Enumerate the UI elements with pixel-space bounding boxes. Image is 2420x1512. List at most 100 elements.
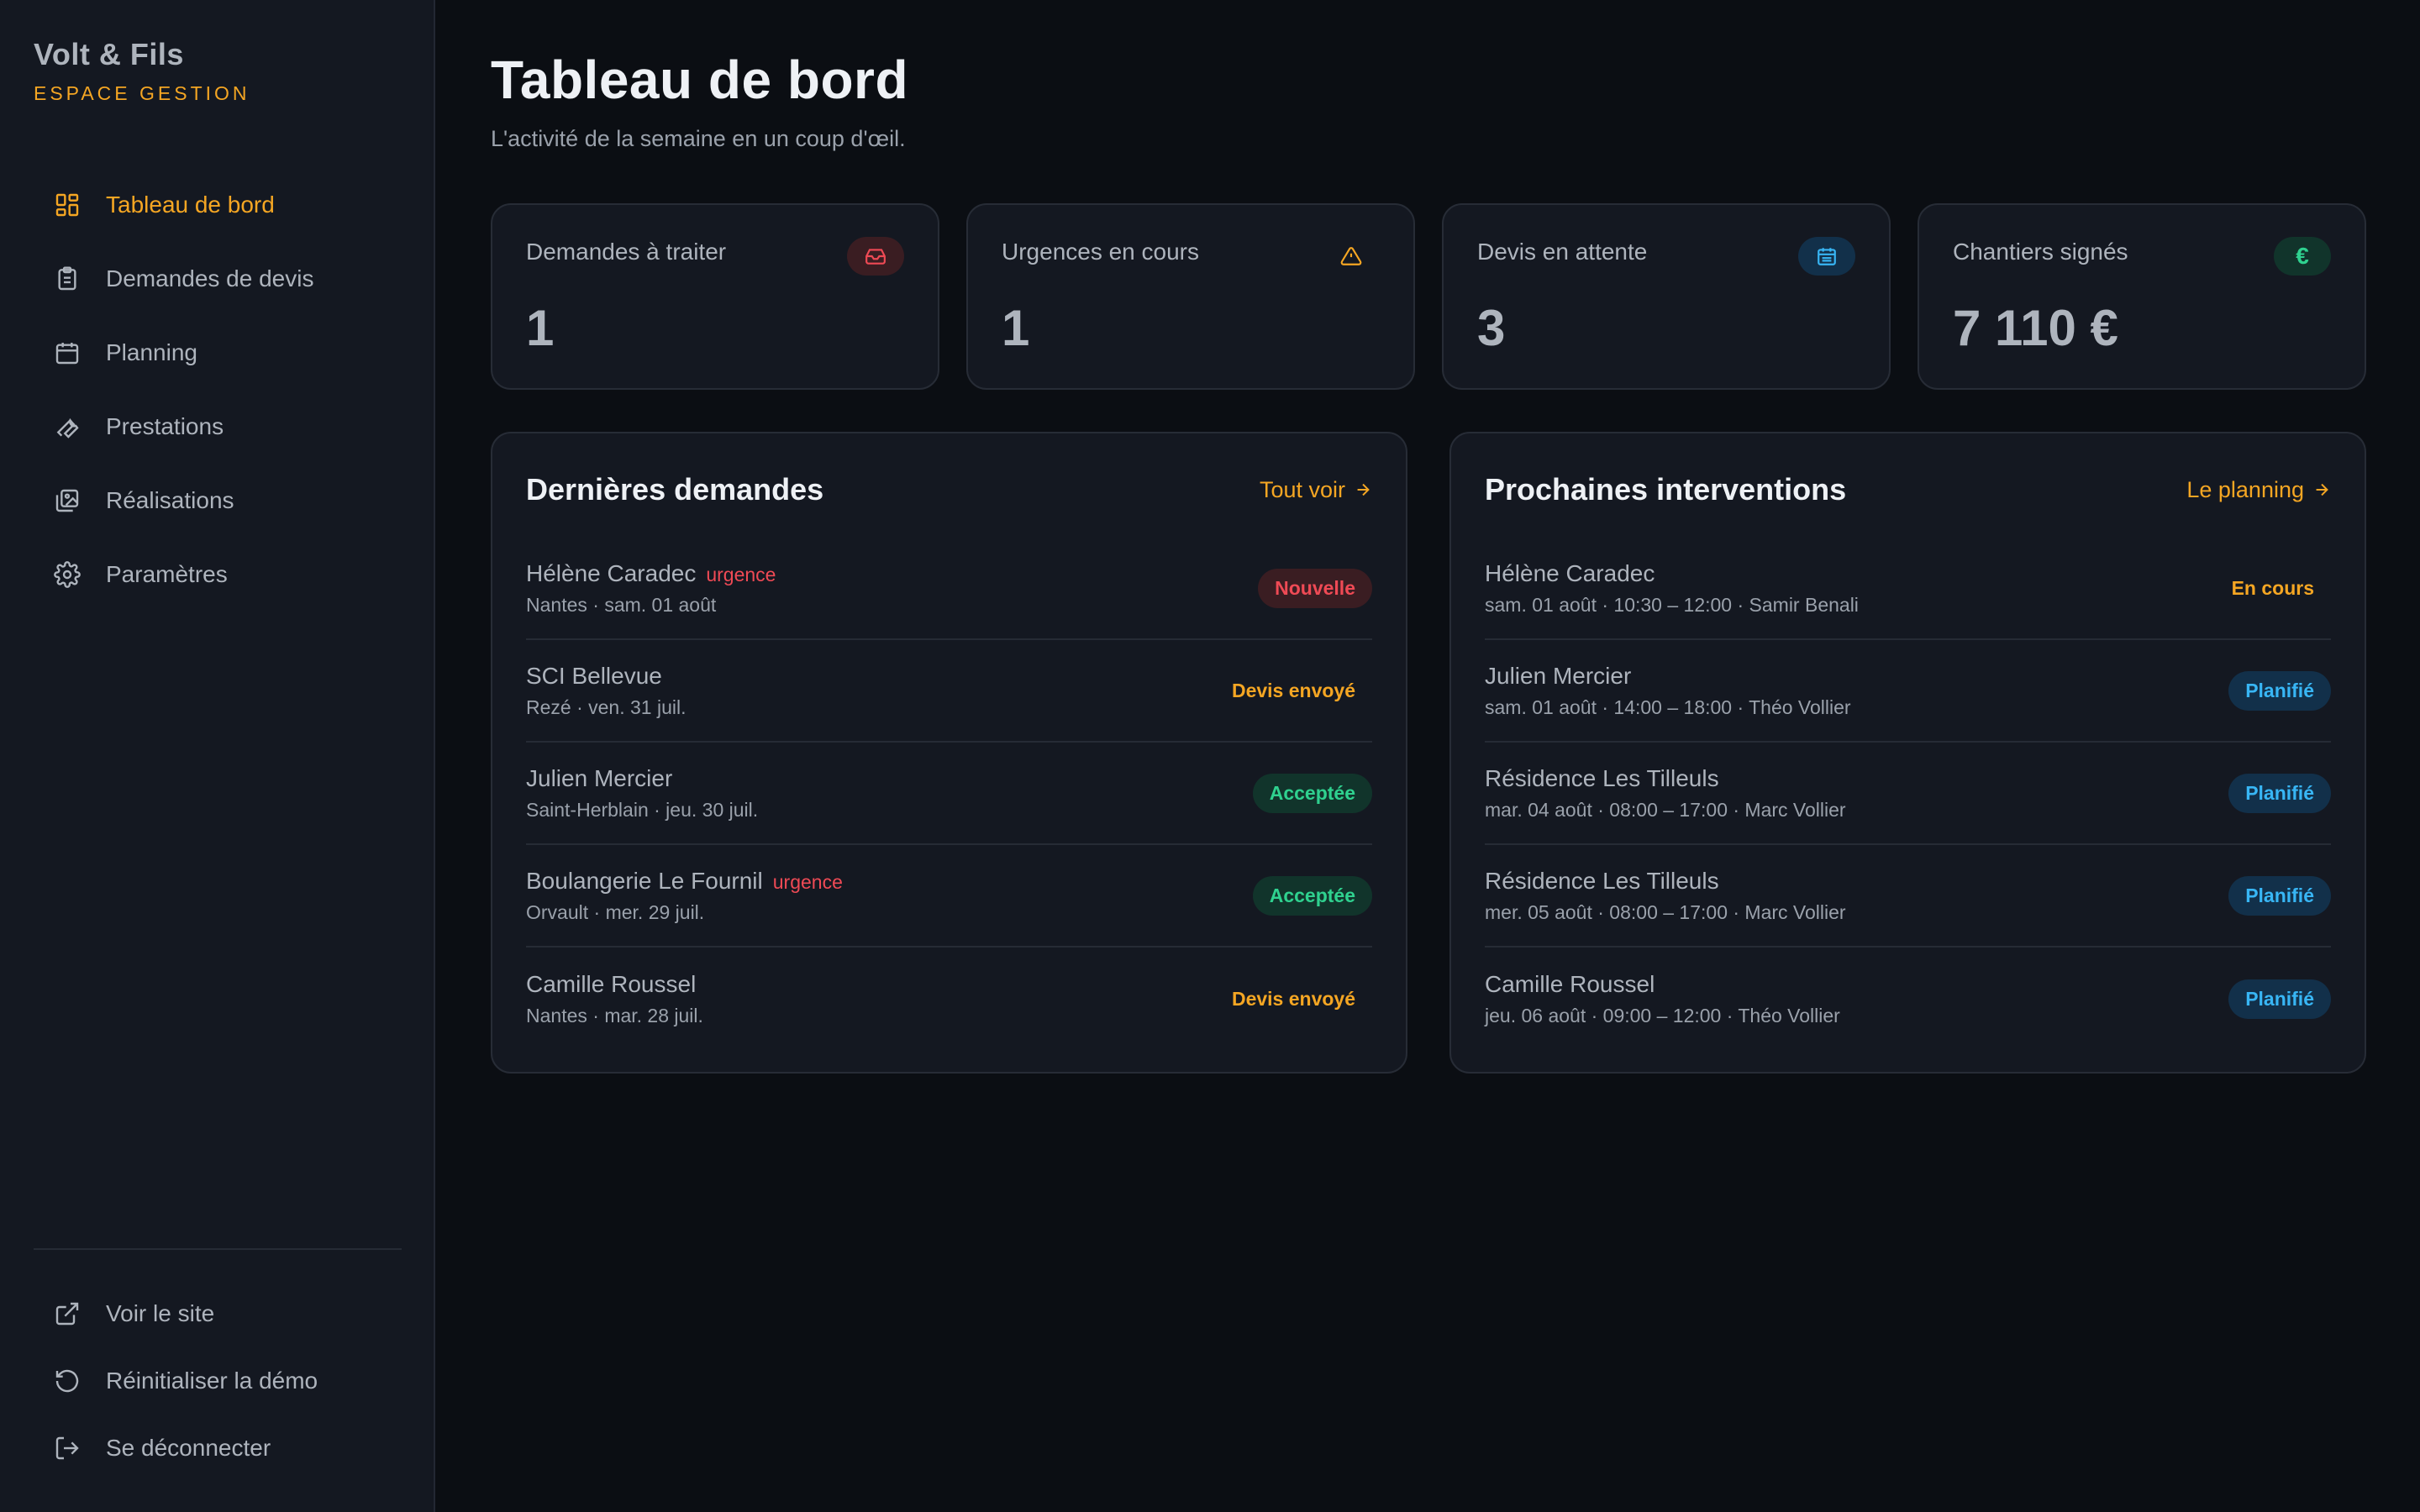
nav-item-label: Demandes de devis bbox=[106, 265, 314, 291]
list-item[interactable]: Hélène Caradec urgence Nantes · sam. 01 a… bbox=[526, 538, 1372, 640]
nav-item-label: Paramètres bbox=[106, 561, 228, 587]
panel-title: Prochaines interventions bbox=[1485, 472, 1847, 507]
row-meta: jeu. 06 août · 09:00 – 12:00 · Théo Voll… bbox=[1485, 1004, 1840, 1026]
brand-subtitle: ESPACE GESTION bbox=[34, 82, 250, 104]
sidebar: Volt & Fils ESPACE GESTION Tableau de bo… bbox=[0, 0, 435, 1512]
stat-value: 1 bbox=[526, 300, 555, 356]
list-item[interactable]: Hélène Caradec sam. 01 août · 10:30 – 12… bbox=[1485, 538, 2331, 640]
row-name: Résidence Les Tilleuls bbox=[1485, 868, 1846, 895]
nav-item-label: Tableau de bord bbox=[106, 192, 275, 218]
nav-item-label: Réalisations bbox=[106, 487, 234, 513]
row-name: Julien Mercier bbox=[1485, 663, 1851, 690]
row-info: Résidence Les Tilleuls mer. 05 août · 08… bbox=[1485, 868, 1846, 924]
stat-card-urgencies: Urgences en cours 1 bbox=[966, 203, 1415, 390]
view-site-link[interactable]: Voir le site bbox=[34, 1280, 403, 1347]
row-meta: Nantes · mar. 28 juil. bbox=[526, 1004, 703, 1026]
interventions-list: Hélène Caradec sam. 01 août · 10:30 – 12… bbox=[1485, 538, 2331, 1050]
stat-card-pending-quotes: Devis en attente 3 bbox=[1442, 203, 1891, 390]
panels-row: Dernières demandes Tout voir Hélène Cara… bbox=[491, 432, 2366, 1074]
list-item[interactable]: Résidence Les Tilleuls mer. 05 août · 08… bbox=[1485, 845, 2331, 948]
nav-item-services[interactable]: Prestations bbox=[34, 390, 403, 464]
list-item[interactable]: Julien Mercier sam. 01 août · 14:00 – 18… bbox=[1485, 640, 2331, 743]
row-name: Camille Roussel bbox=[526, 971, 703, 998]
row-info: Hélène Caradec urgence Nantes · sam. 01 a… bbox=[526, 560, 776, 617]
clipboard-icon bbox=[54, 265, 81, 292]
row-meta: Nantes · sam. 01 août bbox=[526, 593, 717, 616]
list-item[interactable]: Résidence Les Tilleuls mar. 04 août · 08… bbox=[1485, 743, 2331, 845]
upcoming-interventions-panel: Prochaines interventions Le planning Hél… bbox=[1449, 432, 2366, 1074]
nav-item-dashboard[interactable]: Tableau de bord bbox=[34, 168, 403, 242]
panel-title: Dernières demandes bbox=[526, 472, 824, 507]
inbox-icon bbox=[847, 237, 904, 276]
status-badge: Nouvelle bbox=[1258, 568, 1372, 608]
row-name-text: Boulangerie Le Fournil bbox=[526, 867, 763, 894]
row-name-text: Camille Roussel bbox=[1485, 970, 1655, 997]
list-item[interactable]: SCI Bellevue Rezé · ven. 31 juil. Devis … bbox=[526, 640, 1372, 743]
arrow-right-icon bbox=[2316, 483, 2328, 496]
nav-item-label: Réinitialiser la démo bbox=[106, 1368, 318, 1394]
list-item[interactable]: Boulangerie Le Fournil urgence Orvault · … bbox=[526, 845, 1372, 948]
row-info: Julien Mercier sam. 01 août · 14:00 – 18… bbox=[1485, 663, 1851, 719]
stats-row: Demandes à traiter 1 Urgences en cours 1… bbox=[491, 203, 2366, 390]
row-info: Camille Roussel Nantes · mar. 28 juil. bbox=[526, 971, 703, 1027]
row-meta: sam. 01 août · 14:00 – 18:00 · Théo Voll… bbox=[1485, 696, 1851, 718]
row-name-text: Hélène Caradec bbox=[526, 559, 697, 586]
calendar-icon bbox=[54, 339, 81, 366]
row-name-text: Résidence Les Tilleuls bbox=[1485, 867, 1719, 894]
nav-item-planning[interactable]: Planning bbox=[34, 316, 403, 390]
nav-item-label: Planning bbox=[106, 339, 197, 365]
row-name-text: Julien Mercier bbox=[526, 764, 673, 791]
see-all-link[interactable]: Tout voir bbox=[1260, 477, 1372, 503]
row-info: Julien Mercier Saint-Herblain · jeu. 30 … bbox=[526, 765, 758, 822]
panel-header: Dernières demandes Tout voir bbox=[526, 433, 1372, 538]
list-item[interactable]: Camille Roussel jeu. 06 août · 09:00 – 1… bbox=[1485, 948, 2331, 1050]
page-subtitle: L'activité de la semaine en un coup d'œi… bbox=[491, 126, 906, 151]
status-badge: Planifié bbox=[2228, 875, 2331, 916]
urgent-tag: urgence bbox=[706, 563, 776, 585]
row-meta: mar. 04 août · 08:00 – 17:00 · Marc Voll… bbox=[1485, 798, 1846, 821]
stat-card-requests: Demandes à traiter 1 bbox=[491, 203, 939, 390]
gallery-icon bbox=[54, 487, 81, 514]
page-title: Tableau de bord bbox=[491, 50, 909, 110]
row-info: Boulangerie Le Fournil urgence Orvault · … bbox=[526, 868, 843, 924]
brand: Volt & Fils ESPACE GESTION bbox=[34, 37, 250, 105]
list-item[interactable]: Julien Mercier Saint-Herblain · jeu. 30 … bbox=[526, 743, 1372, 845]
latest-requests-panel: Dernières demandes Tout voir Hélène Cara… bbox=[491, 432, 1407, 1074]
row-meta: sam. 01 août · 10:30 – 12:00 · Samir Ben… bbox=[1485, 593, 1859, 616]
sidebar-divider bbox=[34, 1248, 402, 1250]
row-name: Hélène Caradec urgence bbox=[526, 560, 776, 587]
row-meta: Saint-Herblain · jeu. 30 juil. bbox=[526, 798, 759, 821]
status-badge: Acceptée bbox=[1252, 875, 1372, 916]
list-item[interactable]: Camille Roussel Nantes · mar. 28 juil. D… bbox=[526, 948, 1372, 1050]
row-name-text: Résidence Les Tilleuls bbox=[1485, 764, 1719, 791]
row-name: Résidence Les Tilleuls bbox=[1485, 765, 1846, 792]
dashboard-icon bbox=[54, 192, 81, 218]
wrench-icon bbox=[54, 413, 81, 440]
nav-item-label: Se déconnecter bbox=[106, 1435, 271, 1461]
status-badge: En cours bbox=[2231, 576, 2314, 599]
logout-button[interactable]: Se déconnecter bbox=[34, 1415, 403, 1482]
arrow-right-icon bbox=[1357, 483, 1370, 496]
stat-value: 7 110 € bbox=[1953, 300, 2118, 356]
nav-item-settings[interactable]: Paramètres bbox=[34, 538, 403, 612]
panel-header: Prochaines interventions Le planning bbox=[1485, 433, 2331, 538]
status-badge: Devis envoyé bbox=[1231, 679, 1355, 701]
euro-icon: € bbox=[2274, 237, 2331, 276]
row-name: SCI Bellevue bbox=[526, 663, 686, 690]
brand-name: Volt & Fils bbox=[34, 37, 184, 71]
row-meta: Orvault · mer. 29 juil. bbox=[526, 900, 705, 923]
calendar-icon bbox=[1798, 237, 1855, 276]
nav-item-portfolio[interactable]: Réalisations bbox=[34, 464, 403, 538]
reset-icon bbox=[54, 1368, 81, 1394]
requests-list: Hélène Caradec urgence Nantes · sam. 01 a… bbox=[526, 538, 1372, 1050]
row-name-text: SCI Bellevue bbox=[526, 662, 662, 689]
external-link-icon bbox=[54, 1300, 81, 1327]
row-name-text: Julien Mercier bbox=[1485, 662, 1632, 689]
planning-link[interactable]: Le planning bbox=[2186, 477, 2331, 503]
row-name-text: Camille Roussel bbox=[526, 970, 697, 997]
row-meta: Rezé · ven. 31 juil. bbox=[526, 696, 687, 718]
nav-item-label: Prestations bbox=[106, 413, 224, 439]
link-label: Tout voir bbox=[1259, 476, 1345, 502]
reset-demo-button[interactable]: Réinitialiser la démo bbox=[34, 1347, 403, 1415]
nav-item-quotes[interactable]: Demandes de devis bbox=[34, 242, 403, 316]
